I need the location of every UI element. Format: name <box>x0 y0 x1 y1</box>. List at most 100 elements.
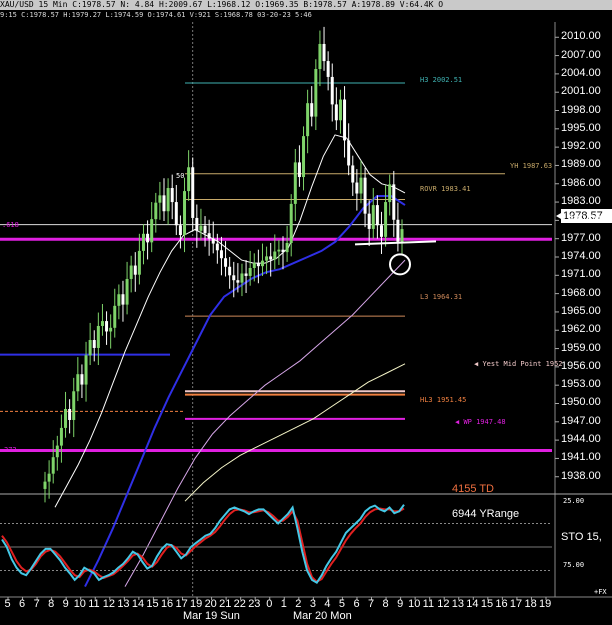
x-tick-label: 10 <box>408 598 421 610</box>
candles-layer <box>43 26 404 503</box>
candle-body <box>355 182 359 194</box>
candle-body <box>322 43 326 62</box>
level-label-yh: YH 1987.63 <box>510 162 553 170</box>
candle-body <box>183 191 187 236</box>
y-tick-label: 1992.00 <box>561 140 601 153</box>
annotation-circle <box>389 253 411 276</box>
x-tick-label: 22 <box>233 598 246 610</box>
y-tick-label: 2004.00 <box>561 66 601 79</box>
x-tick-label: 3 <box>309 598 316 610</box>
fib-50-label: 50 <box>176 172 185 180</box>
candle-body <box>248 267 252 276</box>
candle-body <box>211 238 215 244</box>
stoch-d-line <box>1 507 405 584</box>
candle-body <box>88 340 92 356</box>
candle-body <box>166 188 170 212</box>
candle-body <box>351 165 355 183</box>
candle-body <box>326 61 330 77</box>
candle-body <box>236 280 240 283</box>
level-label-272: 272 <box>4 446 17 454</box>
candle-body <box>310 103 314 117</box>
y-tick-label: 1944.00 <box>561 433 601 446</box>
x-tick-label: 11 <box>88 598 100 610</box>
x-tick-label: 14 <box>131 598 145 610</box>
candle-body <box>129 265 133 279</box>
candle-body <box>318 43 322 69</box>
x-tick-label: 7 <box>368 598 375 610</box>
candle-body <box>150 219 154 243</box>
candle-body <box>117 294 121 306</box>
date-label-sun: Mar 19 Sun <box>183 610 240 622</box>
candle-body <box>334 104 338 121</box>
candle-body <box>379 225 383 237</box>
candle-body <box>228 266 232 276</box>
candle-body <box>277 249 281 252</box>
candle-body <box>388 184 392 203</box>
level-label-l3: L3 1964.31 <box>420 293 463 301</box>
x-tick-label: 7 <box>33 598 40 610</box>
y-tick-label: 1956.00 <box>561 359 601 372</box>
y-tick-label: 1941.00 <box>561 451 601 464</box>
candle-body <box>68 408 72 420</box>
candle-body <box>47 473 51 482</box>
candle-body <box>72 391 76 420</box>
candle-body <box>199 225 203 231</box>
candle-body <box>207 233 211 239</box>
candle-body <box>125 278 129 305</box>
candle-body <box>396 219 400 242</box>
y-tick-label: 1950.00 <box>561 396 601 409</box>
candle-body <box>375 205 379 226</box>
x-tick-label: 12 <box>102 598 116 610</box>
stoch-25-label: 25.00 <box>563 497 585 505</box>
candle-body <box>252 263 256 268</box>
y-tick-label: 1986.00 <box>561 176 601 189</box>
ma_slow-line <box>124 259 406 587</box>
x-tick-label: 10 <box>73 598 86 610</box>
x-tick-label: 12 <box>437 598 450 610</box>
x-tick-label: 16 <box>495 598 508 610</box>
candle-body <box>55 445 59 458</box>
y-tick-label: 1980.00 <box>561 213 601 226</box>
y-tick-label: 2001.00 <box>561 85 601 98</box>
stoch-75-label: 75.00 <box>563 561 585 569</box>
y-tick-label: 1977.00 <box>561 231 601 244</box>
candle-body <box>113 305 117 328</box>
x-tick-label: 8 <box>48 598 55 610</box>
candle-body <box>281 249 285 253</box>
level-label-rovr: ROVR 1983.41 <box>420 185 471 193</box>
x-tick-label: 13 <box>451 598 464 610</box>
y-tick-label: 1959.00 <box>561 341 601 354</box>
candle-body <box>174 202 178 226</box>
x-tick-label: 6 <box>19 598 26 610</box>
candle-body <box>105 321 109 332</box>
x-tick-label: 5 <box>4 598 11 610</box>
y-tick-label: 1965.00 <box>561 304 601 317</box>
candle-body <box>59 427 63 446</box>
quote-header: XAU/USD 15 Min C:1978.57 N: 4.84 H:2009.… <box>0 0 612 10</box>
candle-body <box>347 140 351 166</box>
candle-body <box>224 258 228 267</box>
x-tick-label: 1 <box>280 598 287 610</box>
x-tick-label: 17 <box>509 598 523 610</box>
candle-body <box>191 167 195 218</box>
candle-body <box>273 251 277 260</box>
x-tick-label: 15 <box>146 598 159 610</box>
level-lines <box>0 82 552 452</box>
candle-body <box>84 355 88 385</box>
x-tick-label: 0 <box>266 598 273 610</box>
candle-body <box>384 202 388 237</box>
x-tick-label: 20 <box>204 598 217 610</box>
x-tick-label: 4 <box>324 598 331 610</box>
candle-body <box>121 294 125 305</box>
y-tick-label: 2007.00 <box>561 48 601 61</box>
candle-body <box>80 374 84 385</box>
candle-body <box>265 256 269 261</box>
x-tick-label: 19 <box>539 598 552 610</box>
yrange-label: 6944 YRange <box>452 508 520 520</box>
candle-body <box>306 103 310 137</box>
x-tick-label: 5 <box>338 598 346 610</box>
candle-body <box>367 213 371 229</box>
candle-body <box>178 225 182 236</box>
candle-body <box>92 340 96 348</box>
td-count-label: 4155 TD <box>452 483 494 495</box>
